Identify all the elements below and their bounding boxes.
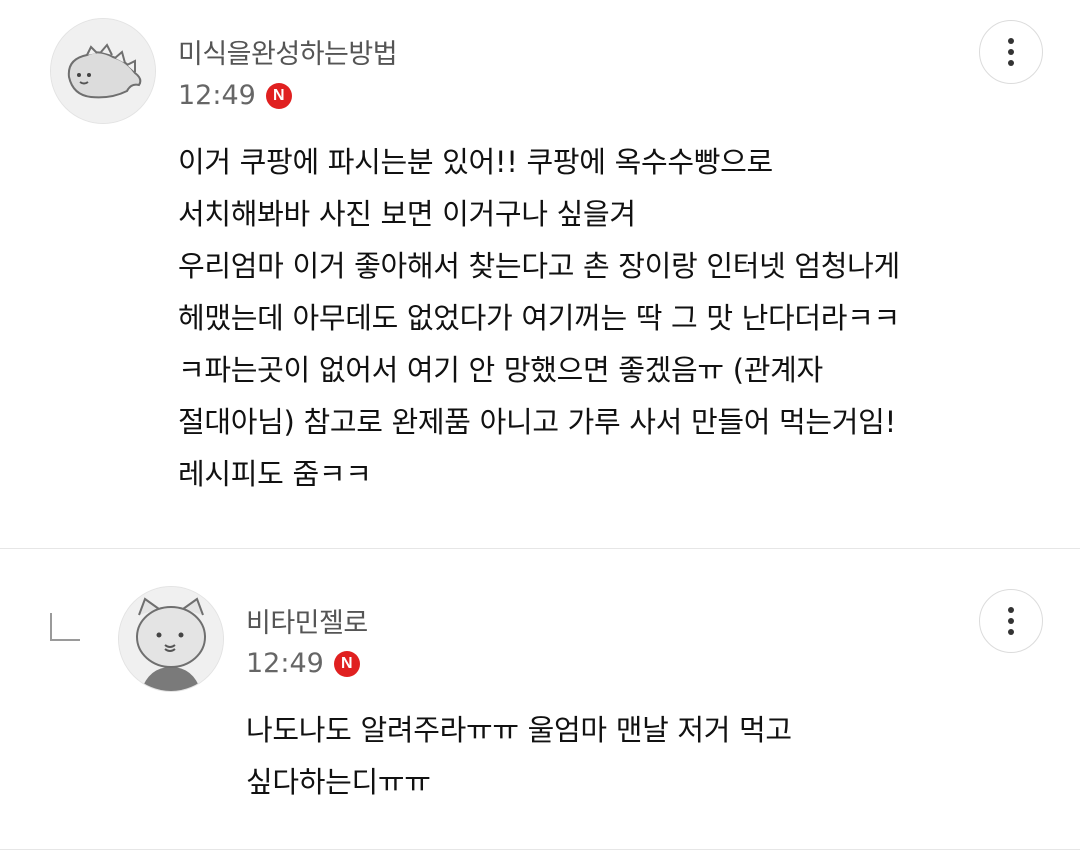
- comment-line: 절대아님) 참고로 완제품 아니고 가루 사서 만들어 먹는거임!: [178, 405, 896, 439]
- comment-line: 서치해봐바 사진 보면 이거구나 싶을겨: [178, 197, 636, 231]
- more-dot-icon: [1008, 49, 1014, 55]
- comment-divider: [0, 849, 1080, 850]
- comment-meta: 12:49 N: [246, 648, 360, 679]
- profile-avatar[interactable]: [118, 586, 224, 692]
- comment-line: 레시피도 줌ㅋㅋ: [178, 457, 372, 491]
- new-badge: N: [265, 82, 292, 109]
- more-options-button[interactable]: [979, 589, 1043, 653]
- comment-line: 우리엄마 이거 좋아해서 찾는다고 촌 장이랑 인터넷 엄청나게: [178, 249, 900, 283]
- comment-item: 미식을완성하는방법 12:49 N 이거 쿠팡에 파시는분 있어!! 쿠팡에 옥…: [0, 0, 1080, 548]
- comment-line: ㅋ파는곳이 없어서 여기 안 망했으면 좋겠음ㅠ (관계자: [178, 353, 823, 387]
- comment-body: 이거 쿠팡에 파시는분 있어!! 쿠팡에 옥수수빵으로 서치해봐바 사진 보면 …: [178, 136, 900, 500]
- more-options-button[interactable]: [979, 20, 1043, 84]
- comment-author-name[interactable]: 비타민젤로: [246, 601, 368, 640]
- comment-line: 이거 쿠팡에 파시는분 있어!! 쿠팡에 옥수수빵으로: [178, 145, 773, 179]
- more-dot-icon: [1008, 38, 1014, 44]
- comment-body: 나도나도 알려주라ㅠㅠ 울엄마 맨날 저거 먹고 싶다하는디ㅠㅠ: [246, 704, 792, 808]
- cat-avatar-icon: [119, 587, 223, 691]
- comment-line: 헤맸는데 아무데도 없었다가 여기꺼는 딱 그 맛 난다더라ㅋㅋ: [178, 301, 900, 335]
- more-dot-icon: [1008, 618, 1014, 624]
- comment-author-name[interactable]: 미식을완성하는방법: [178, 32, 398, 71]
- comment-timestamp: 12:49: [178, 80, 256, 111]
- comment-timestamp: 12:49: [246, 648, 324, 679]
- new-badge: N: [333, 650, 360, 677]
- comment-line: 싶다하는디ㅠㅠ: [246, 765, 431, 799]
- more-dot-icon: [1008, 629, 1014, 635]
- profile-avatar[interactable]: [50, 18, 156, 124]
- reply-comment-item: 비타민젤로 12:49 N 나도나도 알려주라ㅠㅠ 울엄마 맨날 저거 먹고 싶…: [0, 549, 1080, 849]
- more-dot-icon: [1008, 60, 1014, 66]
- dinosaur-avatar-icon: [51, 19, 155, 123]
- comment-line: 나도나도 알려주라ㅠㅠ 울엄마 맨날 저거 먹고: [246, 713, 792, 747]
- more-dot-icon: [1008, 607, 1014, 613]
- comment-meta: 12:49 N: [178, 80, 292, 111]
